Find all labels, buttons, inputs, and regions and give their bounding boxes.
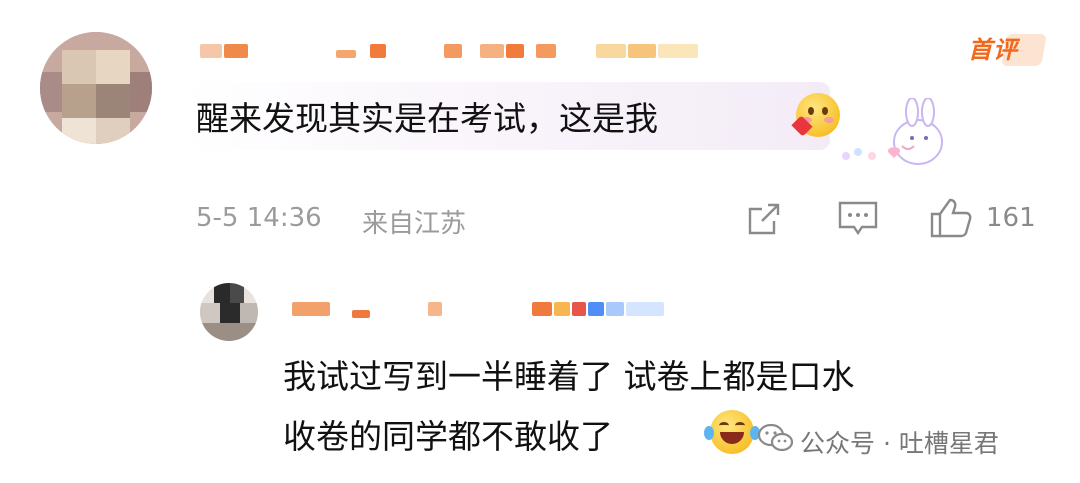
bunny-sticker [842,98,943,165]
laughing-tears-emoji [704,410,760,454]
reply-text-line-2: 收卷的同学都不敢收了 [283,417,613,456]
watermark-label: 公众号 · 吐槽星君 [800,429,999,458]
like-count: 161 [986,203,1036,233]
comment-location: 来自江苏 [362,209,467,239]
reply-comment-icon[interactable] [836,199,880,239]
share-icon[interactable] [744,199,784,239]
reply-username-censored[interactable] [292,298,672,324]
comment-timestamp: 5-5 14:36 [196,203,322,233]
avatar[interactable] [40,32,152,144]
reply-text-line-1: 我试过写到一半睡着了 试卷上都是口水 [283,357,855,396]
comment-text: 醒来发现其实是在考试，这是我 [196,99,658,138]
wechat-icon [757,423,794,452]
reply-avatar[interactable] [200,283,258,341]
username-censored[interactable] [200,40,720,70]
first-comment-badge: 首评 [968,30,1047,70]
thumbs-up-icon[interactable] [928,196,974,240]
